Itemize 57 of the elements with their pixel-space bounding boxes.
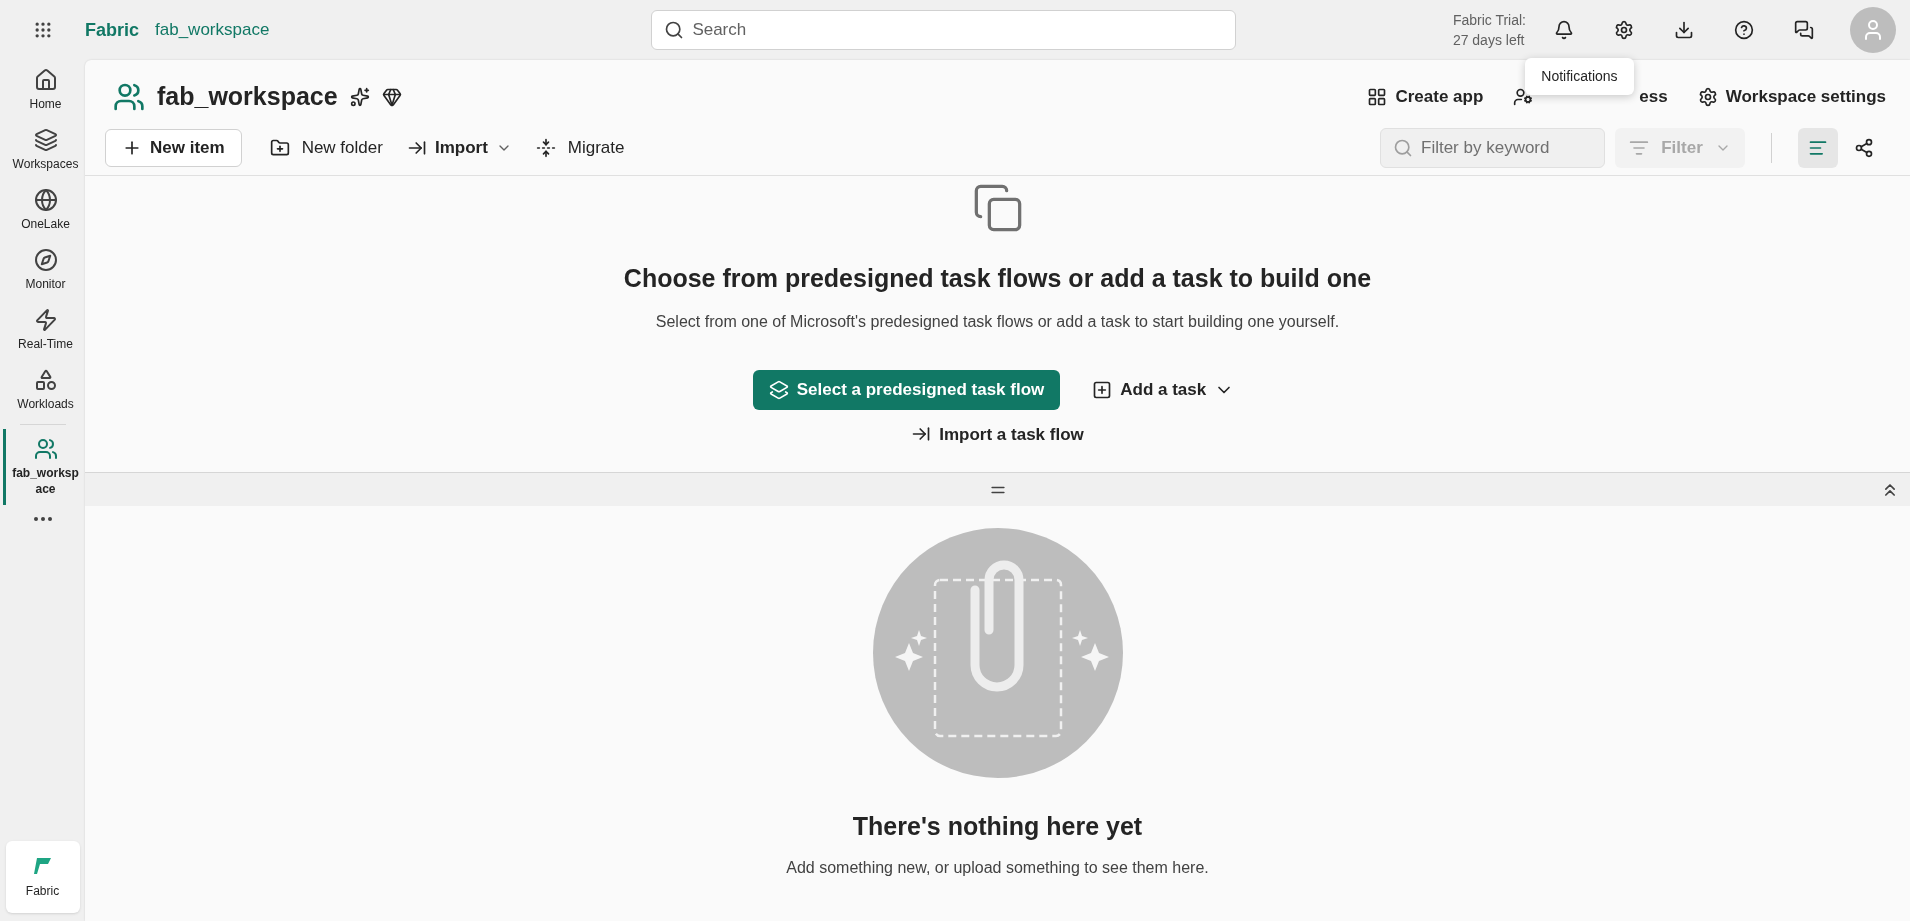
- fabric-home-button[interactable]: Fabric: [5, 841, 80, 913]
- sidebar-item[interactable]: OneLake: [3, 180, 85, 240]
- workspace-action-button[interactable]: Workspace settings: [1697, 84, 1886, 110]
- toolbar-button[interactable]: New folder: [257, 128, 395, 167]
- grid-icon: [1367, 87, 1388, 107]
- search-input[interactable]: Search: [692, 17, 1224, 43]
- gear-icon: [1614, 20, 1634, 40]
- people-icon: [33, 437, 58, 461]
- folder-plus-icon: [269, 137, 290, 158]
- home-icon: [33, 68, 58, 92]
- globe-icon: [33, 188, 58, 212]
- filter-keyword-field[interactable]: Filter by keyword: [1380, 127, 1605, 168]
- list-view-button[interactable]: [1798, 127, 1838, 168]
- tooltip: Notifications: [1525, 58, 1634, 96]
- toolbar-button[interactable]: Migrate: [523, 128, 637, 167]
- empty-state-description: Add something new, or upload something to see them here.: [786, 857, 1209, 878]
- search-field[interactable]: Search: [651, 10, 1237, 50]
- breadcrumb-link[interactable]: fab_workspace: [155, 17, 270, 43]
- add-task-button[interactable]: Add a task: [1084, 369, 1243, 410]
- download-icon: [1674, 20, 1694, 40]
- trial-days-left: 27 days left: [1452, 31, 1526, 50]
- new-item-button[interactable]: New item: [105, 128, 242, 167]
- sidebar-item[interactable]: Workloads: [3, 360, 85, 420]
- sidebar-item[interactable]: Monitor: [3, 240, 85, 300]
- task-flow-description: Select from one of Microsoft's predesigned task flows or add a task to start building one yourself.: [655, 311, 1340, 332]
- sidebar-item[interactable]: Workspaces: [3, 120, 85, 180]
- search-icon: [664, 20, 685, 40]
- sidebar-item[interactable]: Home: [3, 60, 85, 120]
- shapes-icon: [33, 368, 58, 392]
- question-mark-icon: [1734, 20, 1754, 40]
- bell-icon: [1554, 20, 1574, 40]
- gear-icon: [1697, 87, 1718, 107]
- sparkle-icon[interactable]: [349, 87, 370, 107]
- person-gear-icon: [1513, 87, 1534, 107]
- chat-bubbles-icon: [1794, 20, 1814, 40]
- workspace-action-button[interactable]: Create app: [1367, 84, 1484, 110]
- brand-name[interactable]: Fabric: [85, 16, 140, 44]
- compass-icon: [33, 248, 58, 272]
- trial-label: Fabric Trial:: [1452, 11, 1526, 30]
- filter-keyword-input[interactable]: Filter by keyword: [1421, 134, 1591, 161]
- workspace-title: fab_workspace: [157, 81, 338, 113]
- lightning-icon: [33, 308, 58, 332]
- fold-icon: [535, 137, 556, 158]
- diamond-icon: [381, 87, 402, 107]
- sidebar-item[interactable]: Real-Time: [3, 300, 85, 360]
- ellipsis-icon: [33, 517, 52, 521]
- toolbar-dropdown-button[interactable]: Import: [394, 128, 524, 167]
- import-task-flow-link[interactable]: Import a task flow: [911, 421, 1084, 447]
- select-task-flow-button[interactable]: Select a predesigned task flow: [752, 369, 1061, 410]
- stacked-pages-icon: [768, 379, 789, 400]
- search-icon: [1393, 137, 1413, 158]
- task-flow-heading: Choose from predesigned task flows or add a task to build one: [623, 263, 1372, 294]
- nodes-icon: [1854, 137, 1874, 158]
- plus-square-icon: [1092, 379, 1113, 400]
- empty-state-heading: There's nothing here yet: [852, 811, 1143, 842]
- stacked-windows-icon: [33, 128, 58, 152]
- workspace-icon: [113, 81, 145, 113]
